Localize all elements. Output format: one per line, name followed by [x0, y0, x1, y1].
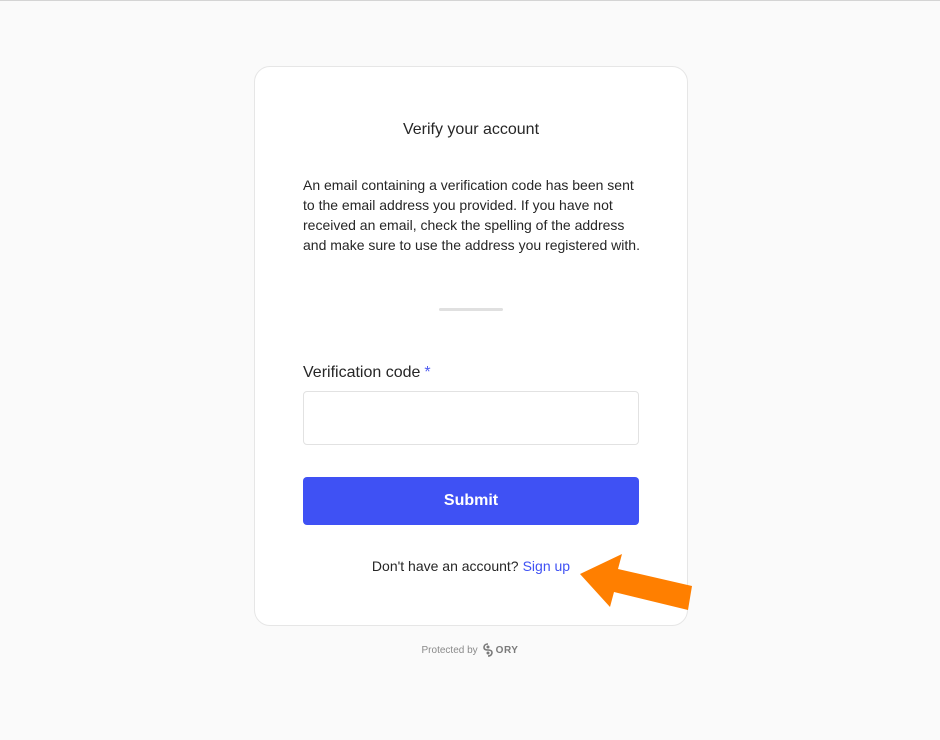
submit-button[interactable]: Submit	[303, 477, 639, 525]
required-indicator: *	[424, 364, 431, 381]
top-divider	[0, 0, 940, 1]
section-divider	[439, 308, 503, 311]
ory-logo: ORY	[482, 643, 519, 657]
verification-code-input[interactable]	[303, 391, 639, 445]
arrow-pointer-icon	[580, 554, 692, 610]
page-title: Verify your account	[402, 121, 540, 138]
verification-code-label: Verification code *	[303, 364, 431, 382]
ory-brand-text: ORY	[495, 644, 519, 656]
signup-link[interactable]: Sign up	[523, 558, 570, 574]
footer: Protected by ORY	[0, 643, 940, 657]
verification-card: Verify your account An email containing …	[254, 66, 688, 626]
protected-by-text: Protected by	[421, 644, 478, 656]
signup-prompt: Don't have an account?	[371, 558, 519, 574]
verification-code-label-text: Verification code	[303, 364, 421, 381]
info-message: An email containing a verification code …	[303, 177, 640, 253]
ory-logo-icon	[482, 643, 493, 657]
